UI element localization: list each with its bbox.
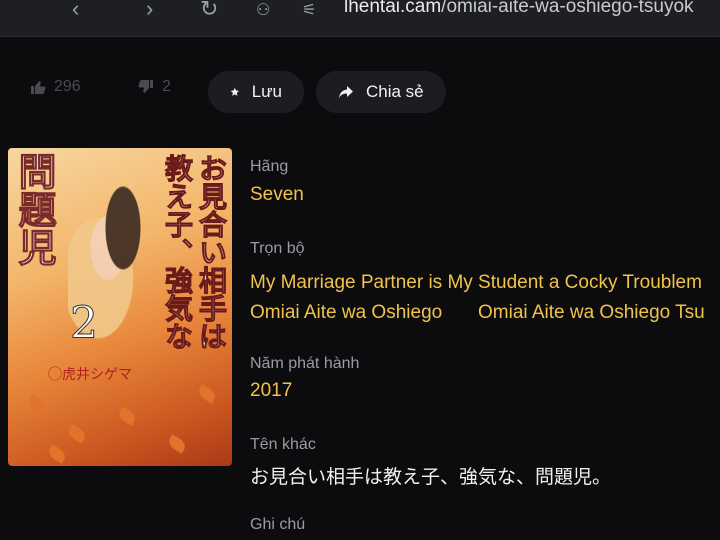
manga-cover[interactable]: 問題児 お見合い相手は教え子、強気な 2 ◯虎井シゲマ xyxy=(8,148,232,466)
extensions-icon[interactable]: ⚇ xyxy=(256,0,270,20)
other-name-value: お見合い相手は教え子、強気な、問題児。 xyxy=(250,466,612,488)
back-icon[interactable]: ‹ xyxy=(72,0,79,22)
brand-value[interactable]: Seven xyxy=(250,184,304,206)
brand-label: Hãng xyxy=(250,158,289,175)
like-count: 296 xyxy=(54,78,81,95)
cover-subtitle: お見合い相手は教え子、強気な xyxy=(161,154,229,351)
leaf-decoration xyxy=(116,406,138,426)
browser-toolbar: ‹ › ↻ ⚇ ⚟ lhentai.cam/omiai-aite-wa-oshi… xyxy=(0,0,720,36)
thumbs-down-icon xyxy=(138,80,153,93)
series-link-2[interactable]: Omiai Aite wa Oshiego xyxy=(250,302,442,324)
share-arrow-icon xyxy=(339,86,353,98)
star-icon xyxy=(230,87,240,96)
dislike-count: 2 xyxy=(162,78,171,95)
reload-icon[interactable]: ↻ xyxy=(200,0,218,22)
save-label: Lưu xyxy=(251,82,282,101)
divider xyxy=(0,36,720,37)
year-value[interactable]: 2017 xyxy=(250,380,292,402)
save-button[interactable]: Lưu xyxy=(208,71,304,113)
series-label: Trọn bộ xyxy=(250,240,305,257)
url-path: /omiai-aite-wa-oshiego-tsuyok xyxy=(441,0,694,17)
address-bar[interactable]: lhentai.cam/omiai-aite-wa-oshiego-tsuyok xyxy=(344,0,694,18)
url-host: lhentai.cam xyxy=(344,0,442,17)
leaf-decoration xyxy=(166,434,188,454)
leaf-decoration xyxy=(196,384,218,404)
cover-author: ◯虎井シゲマ xyxy=(48,366,132,382)
leaf-decoration xyxy=(26,394,48,414)
site-info-icon[interactable]: ⚟ xyxy=(302,0,316,20)
share-label: Chia sẻ xyxy=(366,82,424,101)
cover-volume: 2 xyxy=(70,298,99,350)
share-button[interactable]: Chia sẻ xyxy=(316,71,446,113)
other-name-label: Tên khác xyxy=(250,436,316,453)
series-link-1[interactable]: My Marriage Partner is My Student a Cock… xyxy=(250,272,702,294)
forward-icon[interactable]: › xyxy=(146,0,153,22)
dislike-stat[interactable]: 2 xyxy=(138,78,171,96)
year-label: Năm phát hành xyxy=(250,355,360,372)
thumbs-up-icon xyxy=(31,81,46,94)
like-stat[interactable]: 296 xyxy=(30,78,81,96)
series-link-3[interactable]: Omiai Aite wa Oshiego Tsu xyxy=(478,302,705,324)
leaf-decoration xyxy=(46,444,68,464)
note-label: Ghi chú xyxy=(250,516,306,533)
cover-title: 問題児 xyxy=(12,152,58,267)
leaf-decoration xyxy=(66,424,88,444)
